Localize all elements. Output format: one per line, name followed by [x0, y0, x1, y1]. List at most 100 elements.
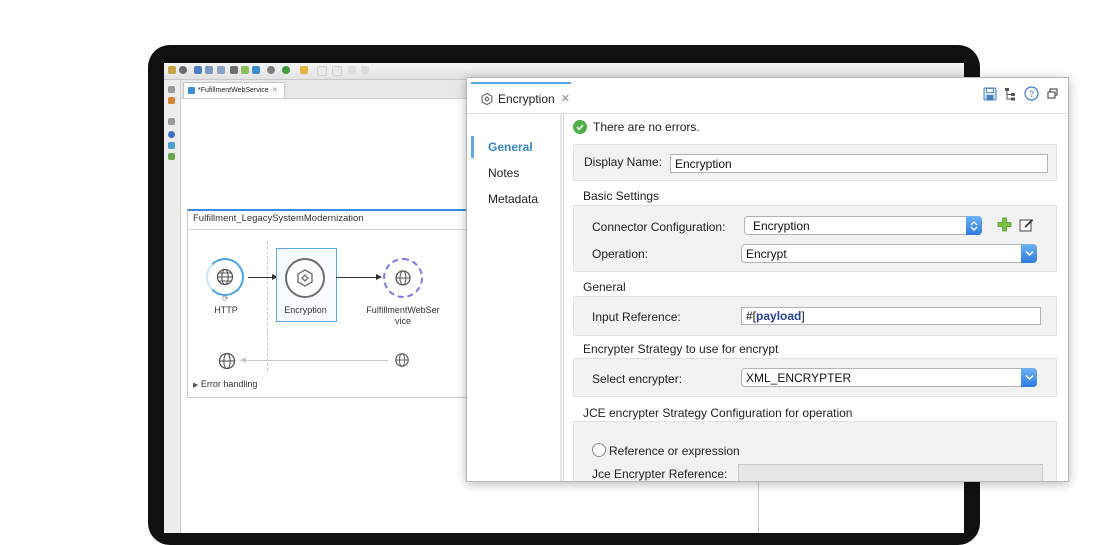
edit-config-icon[interactable]: [1019, 217, 1034, 235]
display-name-group: Display Name: Encryption: [573, 144, 1057, 181]
run-icon[interactable]: [282, 66, 290, 74]
jce-heading: JCE encrypter Strategy Configuration for…: [583, 406, 853, 420]
general-heading: General: [583, 280, 626, 294]
display-name-label: Display Name:: [584, 155, 663, 169]
jce-reference-field[interactable]: [738, 464, 1043, 481]
help-icon[interactable]: ?: [1024, 86, 1039, 101]
minimize-icon[interactable]: [168, 118, 175, 125]
select-encrypter-label: Select encrypter:: [592, 372, 683, 386]
flow-arrow: [248, 277, 272, 278]
strategy-heading: Encrypter Strategy to use for encrypt: [583, 342, 779, 356]
add-config-icon[interactable]: [997, 217, 1012, 235]
back-arrow-icon[interactable]: [300, 66, 308, 74]
save-icon[interactable]: [982, 86, 997, 101]
globe-icon: [218, 352, 236, 370]
expr-prefix: #[: [746, 309, 757, 323]
status-text: There are no errors.: [593, 120, 700, 134]
encryption-node[interactable]: [285, 258, 325, 298]
general-group: Input Reference: #[payload]: [573, 296, 1057, 336]
connector-config-value: Encryption: [753, 219, 810, 233]
panel-divider: [758, 473, 759, 533]
display-name-field[interactable]: Encryption: [670, 154, 1048, 173]
flow-title: Fulfillment_LegacySystemModernization: [193, 213, 364, 224]
triangle-right-icon: ▶: [193, 382, 199, 389]
build-icon[interactable]: [230, 66, 238, 74]
editor-tab-label: *FufillmentWebService: [198, 87, 269, 94]
settings-icon[interactable]: [267, 66, 275, 74]
error-handling-label: Error handling: [200, 379, 258, 389]
link-icon[interactable]: [179, 66, 187, 74]
outline-icon[interactable]: [168, 142, 175, 149]
input-reference-label: Input Reference:: [592, 310, 681, 324]
flow-container: Fulfillment_LegacySystemModernization ⟳ …: [187, 209, 471, 398]
globe-icon[interactable]: [168, 131, 175, 138]
connector-config-select[interactable]: Encryption: [744, 216, 982, 235]
close-x-icon[interactable]: [348, 66, 356, 74]
node-label: HTTP: [214, 305, 238, 315]
next-icon[interactable]: [332, 66, 342, 76]
operation-value: Encrypt: [746, 247, 787, 261]
save-all-icon[interactable]: [205, 66, 213, 74]
encryption-icon: [297, 269, 313, 287]
check-circle-icon: [573, 120, 587, 134]
editor-tab[interactable]: *FufillmentWebService ✕: [183, 82, 285, 98]
encrypter-select[interactable]: XML_ENCRYPTER: [741, 368, 1037, 387]
restore-icon[interactable]: [1045, 86, 1060, 101]
soap-globe-icon: [395, 270, 411, 286]
divider: [560, 114, 562, 481]
jce-reference-label: Jce Encrypter Reference:: [592, 467, 728, 481]
print-icon[interactable]: [217, 66, 225, 74]
flow-arrow: [336, 277, 376, 278]
reference-radio[interactable]: [592, 443, 606, 457]
response-line: [240, 360, 388, 361]
forward-arrow-icon[interactable]: [317, 66, 327, 76]
divider: [188, 229, 470, 230]
new-icon[interactable]: [168, 66, 176, 74]
web-service-node[interactable]: [383, 258, 423, 298]
error-handling-toggle[interactable]: ▶ Error handling: [193, 379, 257, 389]
nav-metadata[interactable]: Metadata: [471, 188, 561, 210]
jce-group: Reference or expression Jce Encrypter Re…: [573, 421, 1057, 481]
strategy-group: Select encrypter: XML_ENCRYPTER: [573, 358, 1057, 397]
package-explorer-icon[interactable]: [168, 97, 175, 104]
external-tools-icon[interactable]: [252, 66, 260, 74]
refresh-icon: ⟳: [222, 294, 229, 303]
terminate-icon[interactable]: [361, 66, 369, 74]
debug-icon[interactable]: [241, 66, 249, 74]
palette-icon[interactable]: [168, 153, 175, 160]
node-label: Encryption: [284, 305, 327, 315]
basic-settings-group: Connector Configuration: Encryption Oper…: [573, 205, 1057, 272]
svg-text:?: ?: [1029, 89, 1034, 99]
nav-notes[interactable]: Notes: [471, 162, 561, 184]
close-icon[interactable]: ✕: [272, 83, 278, 98]
ide-left-trim: [164, 80, 181, 533]
tab-encryption[interactable]: Encryption ✕: [471, 82, 571, 113]
source-divider: [267, 241, 268, 371]
save-icon[interactable]: [194, 66, 202, 74]
close-icon[interactable]: ✕: [561, 92, 570, 105]
arrow-head: [240, 357, 246, 363]
expr-keyword: payload: [756, 309, 802, 323]
encryption-icon: [481, 92, 493, 105]
input-reference-field[interactable]: #[payload]: [741, 307, 1041, 325]
reference-radio-label: Reference or expression: [609, 444, 740, 458]
chevron-down-icon: [1021, 244, 1037, 263]
section-nav: General Notes Metadata: [471, 114, 564, 481]
chevron-updown-icon: [966, 216, 982, 235]
soap-globe-icon: [394, 352, 410, 368]
nav-general[interactable]: General: [471, 136, 561, 158]
encrypter-value: XML_ENCRYPTER: [746, 371, 852, 385]
properties-dialog: Encryption ✕ ? General Notes Metadata Th…: [466, 77, 1069, 482]
globe-icon: [216, 268, 234, 286]
chevron-down-icon: [1021, 368, 1037, 387]
dialog-toolbar: ?: [982, 86, 1060, 101]
http-node[interactable]: [206, 258, 244, 296]
validation-status: There are no errors.: [573, 120, 700, 134]
mule-file-icon: [188, 87, 195, 94]
node-label: FulfillmentWebSer vice: [366, 305, 440, 326]
minimize-icon[interactable]: [168, 86, 175, 93]
basic-settings-heading: Basic Settings: [583, 189, 660, 203]
tree-icon[interactable]: [1003, 86, 1018, 101]
operation-select[interactable]: Encrypt: [741, 244, 1037, 263]
arrow-head: [376, 274, 382, 280]
